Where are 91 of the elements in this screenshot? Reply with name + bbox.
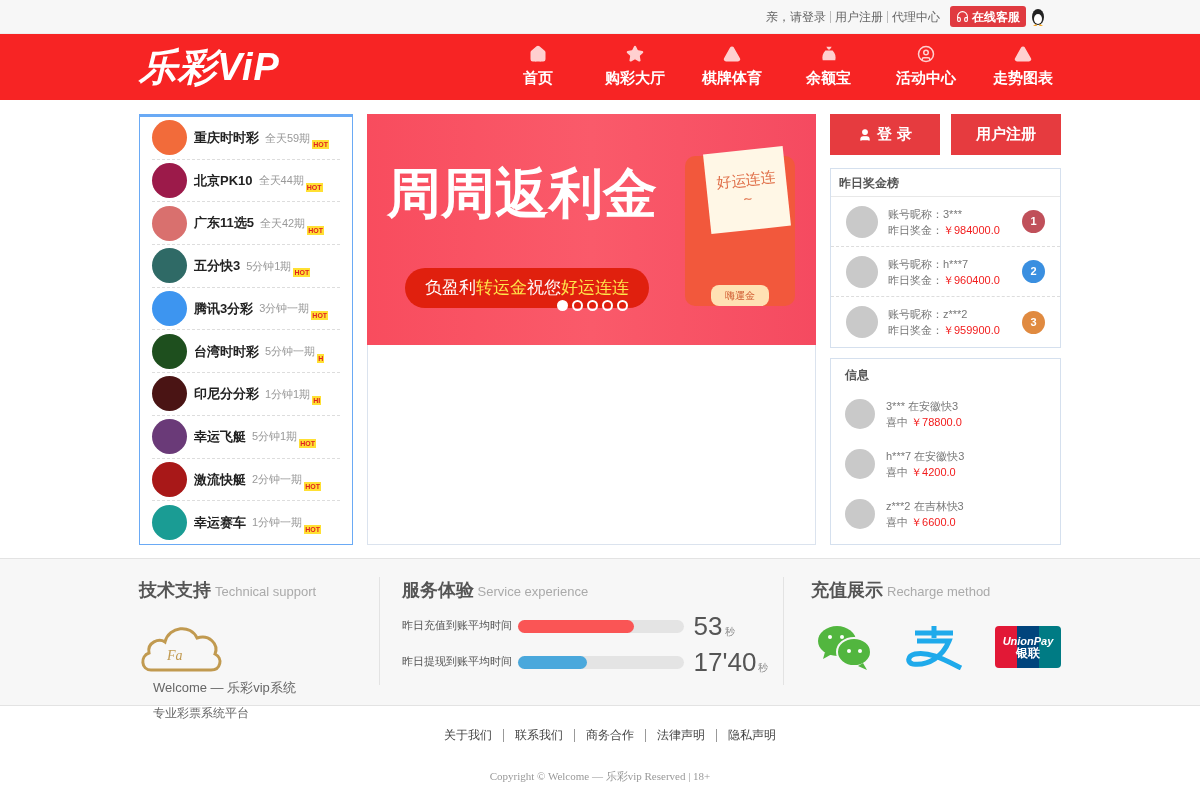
win-amount: 喜中 ￥6600.0 xyxy=(886,515,957,530)
rank-badge: 3 xyxy=(1022,310,1045,334)
nickname: 账号昵称：z***2 xyxy=(888,307,969,322)
nav-item[interactable]: 余额宝 xyxy=(780,44,877,90)
coupon-label: 嗨運金 xyxy=(711,285,769,306)
support-text: Welcome — 乐彩vip系统 xyxy=(153,679,297,697)
lottery-schedule: 5分钟一期 xyxy=(265,344,316,360)
metric-unit: 秒 xyxy=(724,624,735,639)
top-link[interactable]: 用户注册 xyxy=(835,7,883,26)
metric-value: 53 xyxy=(693,613,723,639)
lottery-schedule: 5分钟1期 xyxy=(252,429,298,445)
metric-label: 昨日充值到账平均时间 xyxy=(401,618,513,634)
rank-badge: 1 xyxy=(1022,210,1045,233)
login-prompt[interactable]: 亲，请登录 xyxy=(766,7,826,26)
online-service-button[interactable]: 在线客服 xyxy=(950,6,1026,27)
lottery-name: 幸运飞艇 xyxy=(194,427,246,446)
footer-link[interactable]: 联系我们 xyxy=(515,726,563,744)
footer-link[interactable]: 关于我们 xyxy=(444,726,492,744)
lottery-schedule: 全天42期 xyxy=(260,215,306,231)
banner-headline: 周周返利金 xyxy=(387,166,657,220)
lottery-schedule: 2分钟一期 xyxy=(252,472,303,488)
leaderboard-title: 昨日奖金榜 xyxy=(831,169,1060,197)
avatar xyxy=(846,255,878,288)
lottery-schedule: 3分钟一期 xyxy=(259,301,310,317)
lottery-name: 台湾时时彩 xyxy=(194,342,259,361)
lottery-schedule: 全天59期 xyxy=(265,130,311,146)
section-subtitle: Service experience xyxy=(477,583,589,601)
nav-item[interactable]: 购彩大厅 xyxy=(586,44,683,90)
section-title: 技术支持 xyxy=(139,579,211,602)
nav-item[interactable]: 棋牌体育 xyxy=(683,44,780,90)
lottery-name: 激流快艇 xyxy=(194,470,246,489)
nav-item[interactable]: 首页 xyxy=(489,44,586,90)
penguin-icon[interactable] xyxy=(1030,6,1046,27)
nav-item[interactable]: 走势图表 xyxy=(974,44,1071,90)
section-title: 服务体验 xyxy=(401,579,474,602)
footer-link[interactable]: 法律声明 xyxy=(657,726,705,744)
lottery-schedule: 1分钟1期 xyxy=(265,386,311,402)
lottery-schedule: 5分钟1期 xyxy=(246,258,292,274)
ticket-note: 好运连连~ xyxy=(703,146,791,234)
alipay-logo-icon xyxy=(905,624,963,670)
home-icon xyxy=(528,44,547,63)
avatar xyxy=(846,306,878,338)
site-logo[interactable]: 乐彩ViP xyxy=(139,48,280,86)
login-button[interactable]: 登 录 xyxy=(830,114,940,155)
avatar xyxy=(845,449,875,479)
win-text: 3*** 在安徽快3 xyxy=(886,399,960,414)
section-subtitle: Technical support xyxy=(215,583,317,601)
avatar xyxy=(846,205,878,238)
nickname: 账号昵称：3*** xyxy=(888,206,963,222)
lottery-name: 腾讯3分彩 xyxy=(194,299,254,318)
win-text: h***7 在安徽快3 xyxy=(886,449,965,464)
wins-title: 信息 xyxy=(845,367,870,384)
banner-slogan: 负盈利转运金祝您好运连连 xyxy=(405,268,649,308)
section-title: 充值展示 xyxy=(811,579,883,602)
triangle-icon xyxy=(1013,44,1032,63)
avatar xyxy=(845,399,875,429)
promo-banner[interactable]: 好运连连~ 周周返利金 负盈利转运金祝您好运连连 嗨運金 xyxy=(367,114,816,345)
footer-link[interactable]: 隐私声明 xyxy=(728,726,776,744)
prize-line: 昨日奖金：￥959900.0 xyxy=(888,323,1000,338)
metric-value: 17'40 xyxy=(693,649,757,675)
top-link[interactable]: 代理中心 xyxy=(892,7,940,26)
register-button[interactable]: 用户注册 xyxy=(951,114,1061,155)
win-text: z***2 在吉林快3 xyxy=(886,499,964,514)
user-icon xyxy=(858,127,873,142)
triangle-icon xyxy=(722,44,741,63)
nickname: 账号昵称：h***7 xyxy=(888,256,970,272)
footer-link[interactable]: 商务合作 xyxy=(586,726,634,744)
lottery-name: 北京PK10 xyxy=(194,171,253,190)
lottery-name: 五分快3 xyxy=(194,257,241,276)
prize-line: 昨日奖金：￥984000.0 xyxy=(888,222,1000,238)
lottery-name: 广东11选5 xyxy=(194,214,254,233)
metric-unit: 秒 xyxy=(758,660,769,675)
avatar xyxy=(845,499,875,529)
win-amount: 喜中 ￥78800.0 xyxy=(886,415,962,430)
lottery-schedule: 全天44期 xyxy=(258,173,304,189)
lottery-name: 幸运赛车 xyxy=(194,513,246,532)
headset-icon xyxy=(956,10,969,23)
lottery-name: 重庆时时彩 xyxy=(194,129,259,148)
win-amount: 喜中 ￥4200.0 xyxy=(886,465,957,480)
rank-badge: 2 xyxy=(1022,260,1045,283)
nav-item[interactable]: 活动中心 xyxy=(877,44,974,90)
support-text: 专业彩票系统平台 xyxy=(153,704,250,722)
metric-label: 昨日提现到账平均时间 xyxy=(401,654,513,670)
section-subtitle: Recharge method xyxy=(887,583,991,601)
copyright-text: Copyright © Welcome — 乐彩vip Reserved | 18+ xyxy=(489,769,711,784)
star-icon xyxy=(625,44,644,63)
lottery-name: 印尼分分彩 xyxy=(194,385,259,404)
prize-line: 昨日奖金：￥960400.0 xyxy=(888,272,1000,288)
chat-bubbles-icon xyxy=(817,624,873,670)
user-circle-icon xyxy=(916,44,935,63)
lottery-schedule: 1分钟一期 xyxy=(252,515,303,531)
